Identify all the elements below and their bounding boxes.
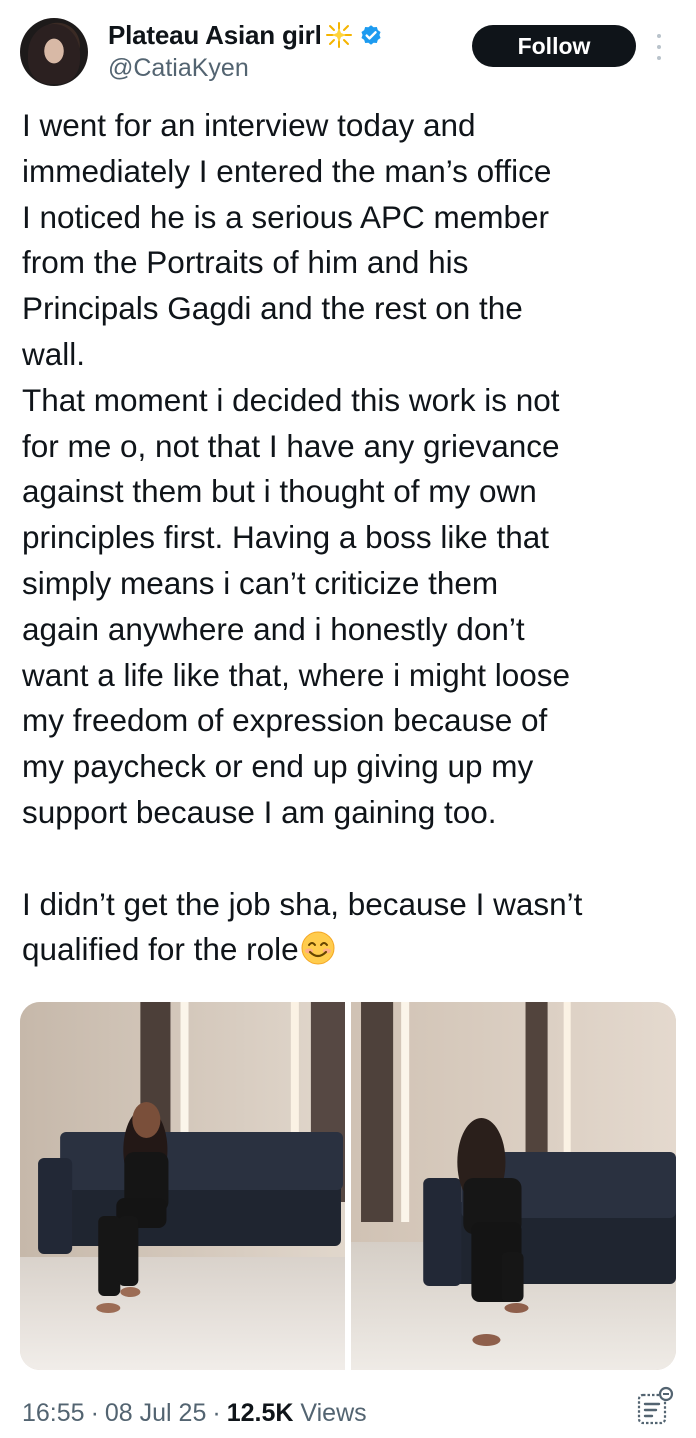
tweet-text-line: my paycheck or end up giving up my: [22, 748, 534, 785]
tweet-time[interactable]: 16:55: [22, 1399, 85, 1428]
tweet-media[interactable]: [20, 1002, 676, 1370]
avatar[interactable]: [20, 18, 88, 86]
tweet-text-line: That moment i decided this work is not: [22, 381, 560, 418]
tweet-text-line: my freedom of expression because of: [22, 702, 548, 739]
tweet-text-line: principles first. Having a boss like tha…: [22, 519, 549, 556]
tweet-text-line: support because I am gaining too.: [22, 793, 497, 830]
tweet-text-line: I didn’t get the job sha, because I wasn…: [22, 885, 583, 922]
tweet-date[interactable]: 08 Jul 25: [105, 1399, 206, 1428]
tweet-meta: 16:55 · 08 Jul 25 · 12.5K Views: [22, 1396, 367, 1430]
views-count: 12.5K: [226, 1398, 294, 1427]
tweet-text-line: from the Portraits of him and his: [22, 244, 469, 281]
author-name-row[interactable]: Plateau Asian girl: [108, 18, 384, 52]
smiling-face-icon: [300, 930, 336, 966]
tweet-text-line: qualified for the role: [22, 927, 682, 973]
follow-button[interactable]: Follow: [472, 25, 636, 67]
tweet-text-line: want a life like that, where i might loo…: [22, 656, 571, 693]
tweet-text-line: Principals Gagdi and the rest on the: [22, 290, 523, 327]
tweet-text-line: for me o, not that I have any grievance: [22, 427, 560, 464]
tweet-text-line: against them but i thought of my own: [22, 473, 537, 510]
display-name[interactable]: Plateau Asian girl: [108, 20, 322, 51]
sparkle-icon: [324, 20, 354, 50]
tweet-text-line: wall.: [22, 335, 86, 372]
meta-separator: ·: [90, 1398, 99, 1427]
tweet-text-line: again anywhere and i honestly don’t: [22, 610, 525, 647]
tweet-text-line: immediately I entered the man’s office: [22, 152, 552, 189]
meta-separator: ·: [212, 1398, 221, 1427]
photo-1[interactable]: [20, 1002, 345, 1370]
author-handle[interactable]: @CatiaKyen: [108, 54, 249, 83]
analytics-icon[interactable]: [636, 1386, 676, 1426]
tweet-text-line: simply means i can’t criticize them: [22, 564, 499, 601]
views-label: Views: [300, 1398, 367, 1427]
tweet-header: Plateau Asian girl @CatiaKyen Follow: [0, 0, 696, 100]
tweet-text-line: I noticed he is a serious APC member: [22, 198, 549, 235]
verified-badge-icon: [358, 22, 384, 48]
tweet-text-line: I went for an interview today and: [22, 107, 476, 143]
photo-2[interactable]: [351, 1002, 676, 1370]
tweet-text: I went for an interview today and immedia…: [22, 103, 682, 973]
more-options-icon[interactable]: [654, 34, 664, 60]
